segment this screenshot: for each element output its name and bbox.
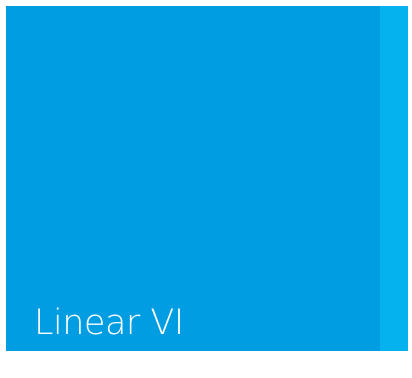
side-strip <box>380 6 408 351</box>
linear-vi-tile[interactable]: Linear VI <box>6 6 380 351</box>
tile-label: Linear VI <box>34 303 184 343</box>
